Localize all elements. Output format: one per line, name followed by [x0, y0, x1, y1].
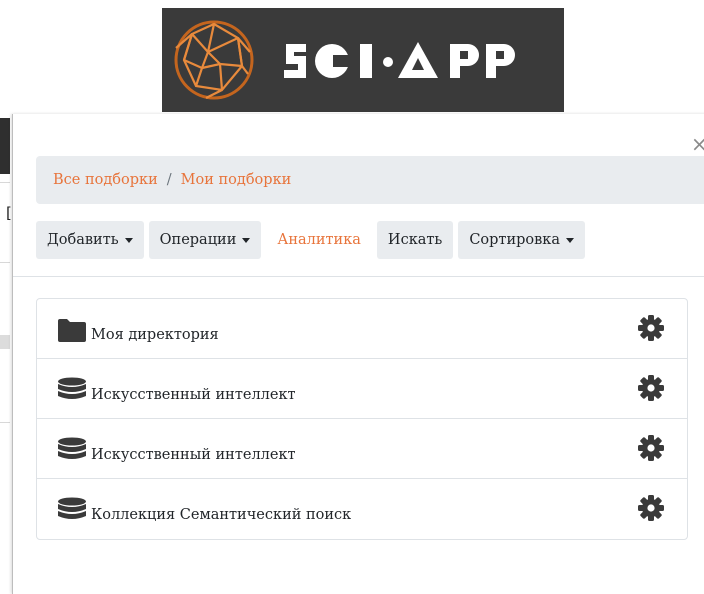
operations-button-label: Операции	[159, 232, 237, 248]
collections-modal: × Все подборки / Мои подборки Добавить О…	[12, 114, 704, 594]
sci-app-logo	[162, 8, 564, 112]
operations-dropdown-button[interactable]: Операции	[148, 221, 262, 259]
list-item-label: Искусственный интеллект	[91, 447, 296, 463]
geodesic-sphere-icon	[174, 20, 254, 100]
breadcrumb-my-collections[interactable]: Мои подборки	[181, 172, 292, 188]
folder-icon	[58, 319, 86, 342]
background-divider	[0, 262, 10, 263]
background-divider	[0, 182, 10, 183]
list-item-label: Коллекция Семантический поиск	[91, 507, 352, 523]
list-item-label: Моя директория	[91, 327, 219, 343]
breadcrumb-all-collections[interactable]: Все подборки	[53, 172, 158, 188]
search-button[interactable]: Искать	[376, 221, 454, 259]
database-icon	[58, 437, 86, 459]
gear-icon[interactable]	[638, 315, 664, 341]
add-button-label: Добавить	[47, 232, 119, 248]
toolbar-divider	[13, 276, 704, 277]
sort-button-label: Сортировка	[469, 232, 560, 248]
add-dropdown-button[interactable]: Добавить	[36, 221, 144, 259]
database-icon	[58, 377, 86, 399]
logo-letters	[284, 42, 515, 78]
background-text-fragment: [	[6, 204, 12, 222]
breadcrumb: Все подборки / Мои подборки	[36, 156, 704, 204]
gear-icon[interactable]	[638, 435, 664, 461]
caret-down-icon	[566, 237, 574, 243]
breadcrumb-separator: /	[166, 172, 172, 188]
list-item[interactable]: Искусственный интеллект	[37, 419, 687, 479]
database-icon	[58, 497, 86, 519]
background-navbar-edge	[0, 118, 10, 174]
list-item[interactable]: Коллекция Семантический поиск	[37, 479, 687, 539]
close-button[interactable]: ×	[691, 134, 704, 154]
toolbar: Добавить Операции Аналитика Искать Сорти…	[36, 221, 590, 259]
collections-list: Моя директория Искусственный интеллект И…	[36, 298, 688, 540]
analytics-link[interactable]: Аналитика	[266, 221, 372, 259]
sort-dropdown-button[interactable]: Сортировка	[458, 221, 585, 259]
background-element-edge	[0, 335, 10, 349]
list-item[interactable]: Моя директория	[37, 299, 687, 359]
list-item-label: Искусственный интеллект	[91, 387, 296, 403]
list-item[interactable]: Искусственный интеллект	[37, 359, 687, 419]
caret-down-icon	[242, 237, 251, 243]
background-divider	[0, 422, 10, 423]
caret-down-icon	[124, 237, 133, 243]
gear-icon[interactable]	[638, 375, 664, 401]
gear-icon[interactable]	[638, 495, 664, 521]
